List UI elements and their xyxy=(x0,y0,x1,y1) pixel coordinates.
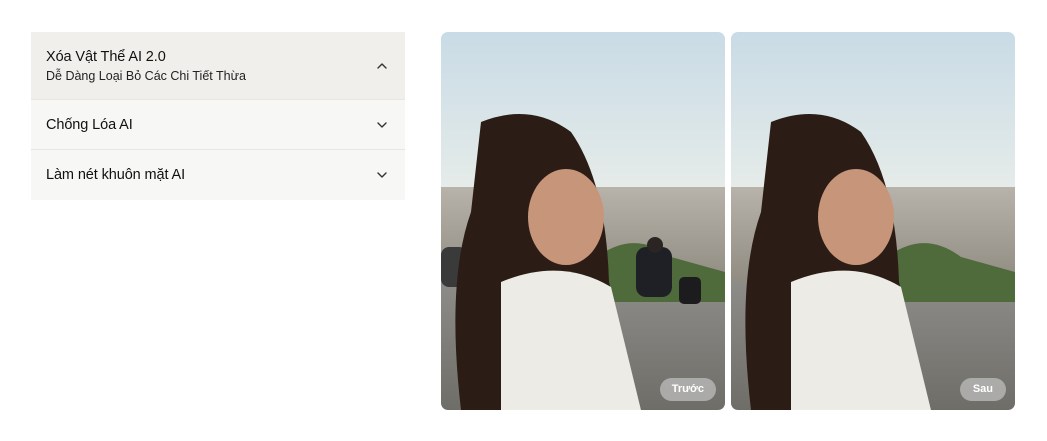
chevron-up-icon[interactable] xyxy=(375,59,389,73)
feature-accordion: Xóa Vật Thể AI 2.0 Dễ Dàng Loại Bỏ Các C… xyxy=(31,32,405,200)
chevron-down-icon[interactable] xyxy=(375,118,389,132)
accordion-item-object-eraser[interactable]: Xóa Vật Thể AI 2.0 Dễ Dàng Loại Bỏ Các C… xyxy=(31,32,405,100)
accordion-item-title: Xóa Vật Thể AI 2.0 xyxy=(46,48,166,65)
before-scene-image xyxy=(441,32,725,410)
after-scene-image xyxy=(731,32,1015,410)
accordion-item-subtitle: Dễ Dàng Loại Bỏ Các Chi Tiết Thừa xyxy=(46,68,246,83)
accordion-item-face-sharpen[interactable]: Làm nét khuôn mặt AI xyxy=(31,150,405,200)
after-label: Sau xyxy=(959,378,1006,401)
before-label: Trước xyxy=(659,378,716,401)
before-photo: Trước xyxy=(441,32,725,410)
accordion-item-text: Xóa Vật Thể AI 2.0 Dễ Dàng Loại Bỏ Các C… xyxy=(46,49,246,83)
accordion-item-title: Làm nét khuôn mặt AI xyxy=(46,167,186,183)
chevron-down-icon[interactable] xyxy=(375,168,389,182)
accordion-item-title: Chống Lóa AI xyxy=(46,116,133,133)
accordion-item-anti-glare[interactable]: Chống Lóa AI xyxy=(31,100,405,150)
after-photo: Sau xyxy=(731,32,1015,410)
